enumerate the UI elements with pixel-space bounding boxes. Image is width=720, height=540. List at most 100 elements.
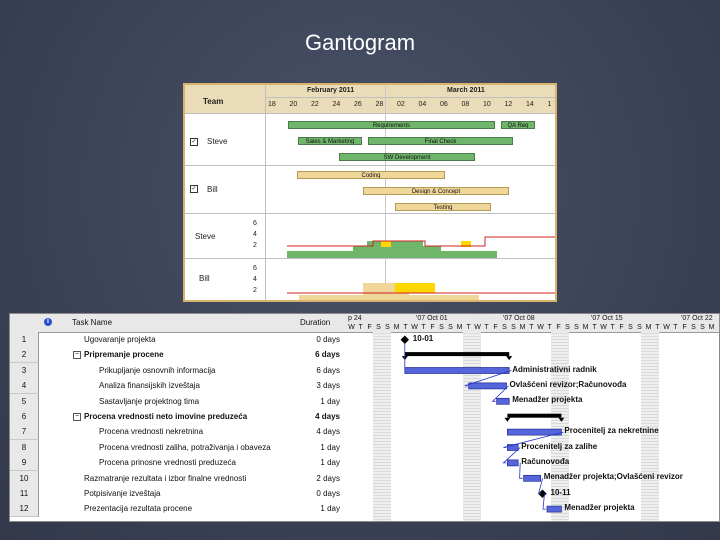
table-row[interactable]: 1 Ugovaranje projekta 0 days [10,332,346,348]
table-row[interactable]: 7 Procena vrednosti nekretnina 4 days [10,424,346,441]
table-row[interactable]: 9 Procena prinosne vrednosti preduzeća 1 d… [10,455,346,472]
duration-cell[interactable]: 6 days [298,363,340,378]
task-name-cell[interactable]: Prezentacija rezultata procene [84,501,192,516]
timescale-day: S [574,324,579,331]
row-number[interactable]: 10 [10,470,39,487]
bar-sw-development[interactable]: SW Development [339,153,475,161]
duration-cell[interactable]: 1 day [298,455,340,470]
team-header [185,85,555,113]
row-number[interactable]: 12 [10,501,39,518]
resource-load-chart [287,236,555,300]
timescale-day: T [547,324,552,331]
task-name-cell[interactable]: Procena prinosne vrednosti preduzeća [99,455,236,470]
table-row[interactable]: 3 Prikupljanje osnovnih informacija 6 days [10,362,346,379]
task-name-cell[interactable]: Procena vrednosti nekretnina [99,424,203,439]
task-bar[interactable] [523,474,542,482]
task-name-cell[interactable]: Sastavljanje projektnog tima [99,394,199,409]
task-bar[interactable] [546,505,562,513]
timescale-day: F [556,324,561,331]
bar-design-concept[interactable]: Design & Concept [363,187,509,195]
table-row[interactable]: 10 Razmatranje rezultata i izbor finalne … [10,470,346,487]
row-number[interactable]: 3 [10,362,39,379]
duration-column-header[interactable]: Duration [298,314,347,333]
row-number[interactable]: 4 [10,378,39,395]
summary-bar-end [558,417,565,422]
bar-requirements[interactable]: Requirements [288,121,495,129]
task-bar[interactable] [507,428,562,436]
table-row[interactable]: 4 Analiza finansijskih izveštaja 3 days [10,378,346,395]
collapse-toggle[interactable]: − [73,351,81,360]
bar-sales-marketing[interactable]: Sales & Marketing [298,137,362,145]
timescale-day: S [511,324,516,331]
row-number[interactable]: 7 [10,424,39,441]
summary-bar[interactable] [404,352,510,357]
bar-final-check[interactable]: Final Check [368,137,513,145]
duration-cell[interactable]: 4 days [298,409,340,424]
table-row[interactable]: 12 Prezentacija rezultata procene 1 day [10,501,346,518]
load-steve-tick: 6 [253,220,257,227]
row-number[interactable]: 11 [10,486,39,502]
timescale-day: M [456,324,463,331]
duration-cell[interactable]: 1 day [298,501,340,516]
resource-bill: Bill [207,185,218,194]
task-name-cell[interactable]: Potpisivanje izveštaja [84,486,160,501]
row-number[interactable]: 6 [10,409,39,425]
day-tick: 22 [311,101,319,108]
bill-checkbox[interactable]: ✓ [190,185,198,193]
timescale-day: S [448,324,453,331]
timescale-day: S [439,324,444,331]
indicator-column-header[interactable]: i [38,314,71,333]
load-bill-label: Bill [199,274,210,283]
timescale-day: M [519,324,526,331]
bar-testing[interactable]: Testing [395,203,491,211]
duration-cell[interactable]: 4 days [298,424,340,439]
task-name-cell[interactable]: Ugovaranje projekta [84,332,156,347]
task-name-cell[interactable]: Procena vrednosti neto imovine preduzeća [84,409,247,424]
timescale-day: W [600,324,607,331]
table-row[interactable]: 2 − Pripremanje procene 6 days [10,347,346,364]
load-bill-tick: 4 [253,276,257,283]
task-name-cell[interactable]: Procena vrednosti zaliha, potraživanja i… [99,440,271,455]
duration-cell[interactable]: 1 day [298,440,340,455]
task-name-cell[interactable]: Razmatranje rezultata i izbor finalne vr… [84,471,246,486]
timescale-day: S [628,324,633,331]
milestone-diamond[interactable] [400,335,410,344]
table-row[interactable]: 8 Procena vrednosti zaliha, potraživanja … [10,439,346,456]
select-all-corner[interactable] [10,314,39,333]
task-name-column-header[interactable]: Task Name [70,314,299,333]
row-number[interactable]: 8 [10,439,39,456]
duration-cell[interactable]: 3 days [298,378,340,393]
timescale-day: S [637,324,642,331]
bar-qa-req[interactable]: QA Req [501,121,535,129]
task-bar[interactable] [496,397,510,405]
row-number[interactable]: 1 [10,332,39,348]
table-row[interactable]: 6 − Procena vrednosti neto imovine preduze… [10,409,346,425]
duration-cell[interactable]: 1 day [298,394,340,409]
task-bar[interactable] [468,382,507,390]
duration-header-label: Duration [300,318,331,327]
task-name-cell[interactable]: Prikupljanje osnovnih informacija [99,363,216,378]
collapse-toggle[interactable]: − [73,413,81,421]
duration-cell[interactable]: 0 days [298,486,340,501]
steve-load [287,236,555,258]
bar-coding[interactable]: Coding [297,171,445,179]
task-name-cell[interactable]: Analiza finansijskih izveštaja [99,378,200,393]
timescale-day: T [673,324,678,331]
timescale-day: T [421,324,426,331]
day-tick: 26 [354,101,362,108]
task-name-cell[interactable]: Pripremanje procene [84,347,164,362]
project-gantt-view: i Task Name Duration 1 Ugovaranje projekt… [9,313,720,522]
task-bar[interactable] [507,459,519,467]
row-number[interactable]: 2 [10,347,39,364]
duration-cell[interactable]: 6 days [298,347,340,362]
duration-cell[interactable]: 2 days [298,471,340,486]
steve-checkbox[interactable]: ✓ [190,138,198,146]
row-number[interactable]: 9 [10,455,39,472]
task-bar[interactable] [404,367,510,374]
gantt-task-label: Računovođa [521,456,570,466]
summary-bar[interactable] [507,413,562,418]
table-row[interactable]: 11 Potpisivanje izveštaja 0 days [10,486,346,502]
row-number[interactable]: 5 [10,393,39,410]
duration-cell[interactable]: 0 days [298,332,340,347]
table-row[interactable]: 5 Sastavljanje projektnog tima 1 day [10,393,346,410]
